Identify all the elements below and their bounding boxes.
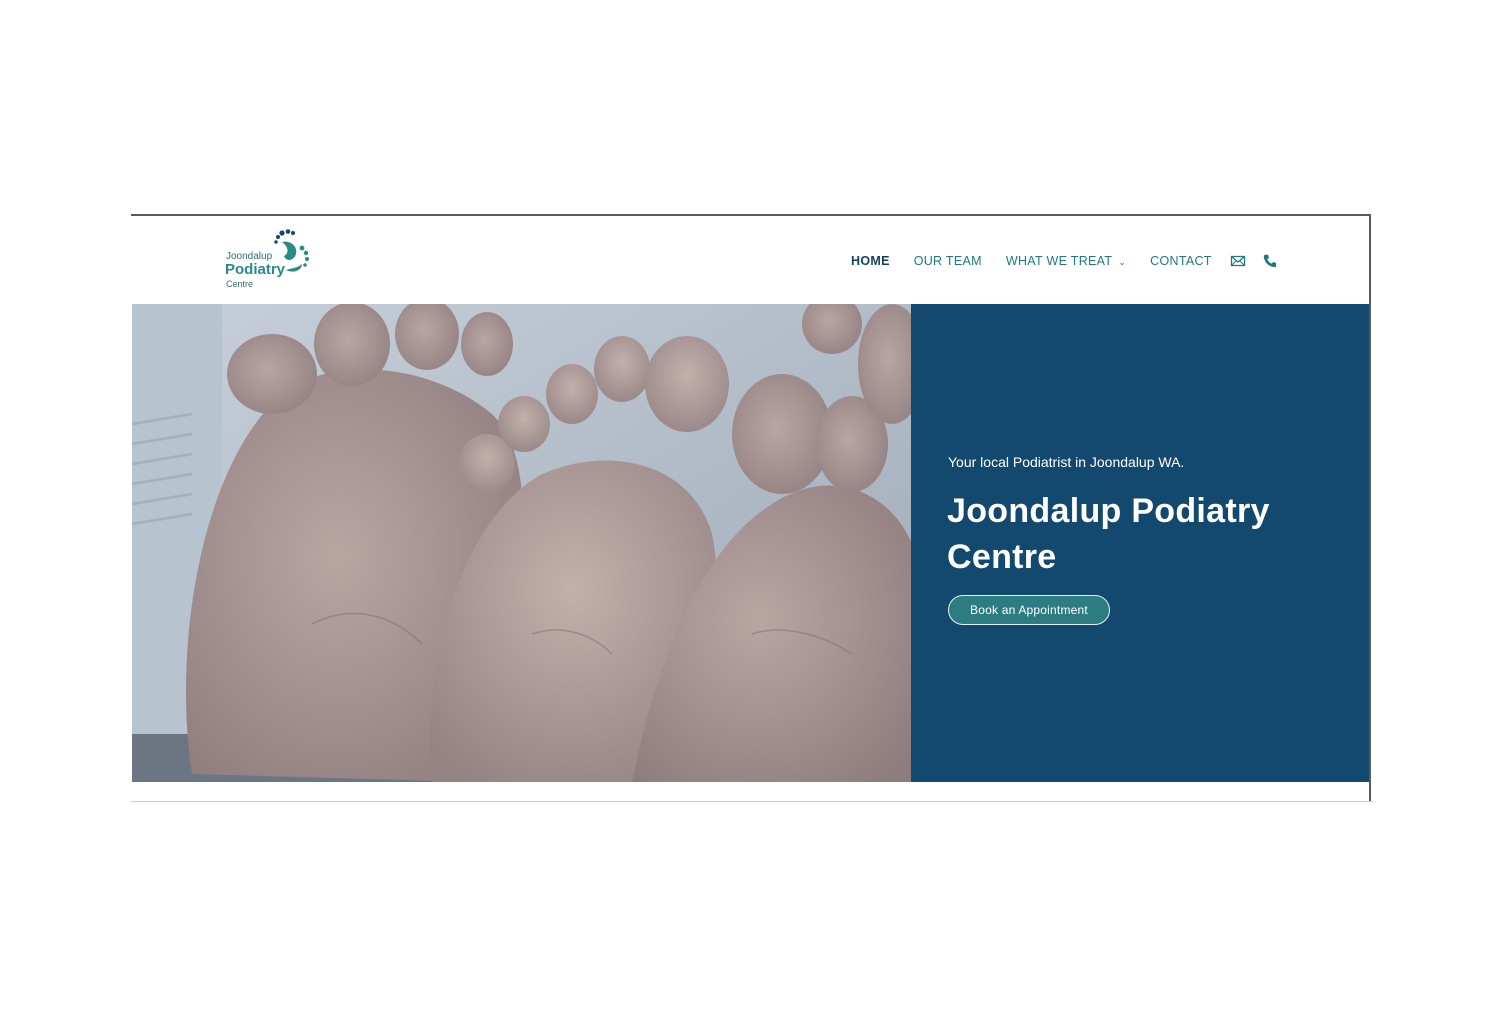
footprint-icon <box>274 229 309 272</box>
hero-tagline: Your local Podiatrist in Joondalup WA. <box>948 454 1185 470</box>
hero-title: Joondalup Podiatry Centre <box>947 492 1270 576</box>
chevron-down-icon: ⌄ <box>1118 257 1127 267</box>
nav-home[interactable]: HOME <box>851 254 890 268</box>
frame-bottom-divider <box>131 801 1373 802</box>
logo-text-centre: Centre <box>226 279 254 289</box>
nav-what-we-treat-label: WHAT WE TREAT <box>1005 254 1113 268</box>
hero-image-feet <box>132 304 912 782</box>
site-header: Joondalup Podiatry Centre HOME OUR TEAM … <box>131 216 1369 303</box>
site-logo[interactable]: Joondalup Podiatry Centre <box>224 228 314 290</box>
feet-photo-illustration <box>132 304 912 782</box>
hero-panel: Your local Podiatrist in Joondalup WA. J… <box>911 304 1369 782</box>
book-appointment-button[interactable]: Book an Appointment <box>948 595 1110 625</box>
browser-frame: Joondalup Podiatry Centre HOME OUR TEAM … <box>131 214 1371 801</box>
nav-our-team[interactable]: OUR TEAM <box>914 254 982 268</box>
phone-icon[interactable] <box>1262 253 1278 269</box>
main-nav: HOME OUR TEAM WHAT WE TREAT ⌄ CONTACT <box>851 252 1212 270</box>
nav-what-we-treat[interactable]: WHAT WE TREAT ⌄ <box>1006 254 1126 268</box>
nav-contact[interactable]: CONTACT <box>1150 254 1212 268</box>
mail-icon[interactable] <box>1230 253 1246 269</box>
